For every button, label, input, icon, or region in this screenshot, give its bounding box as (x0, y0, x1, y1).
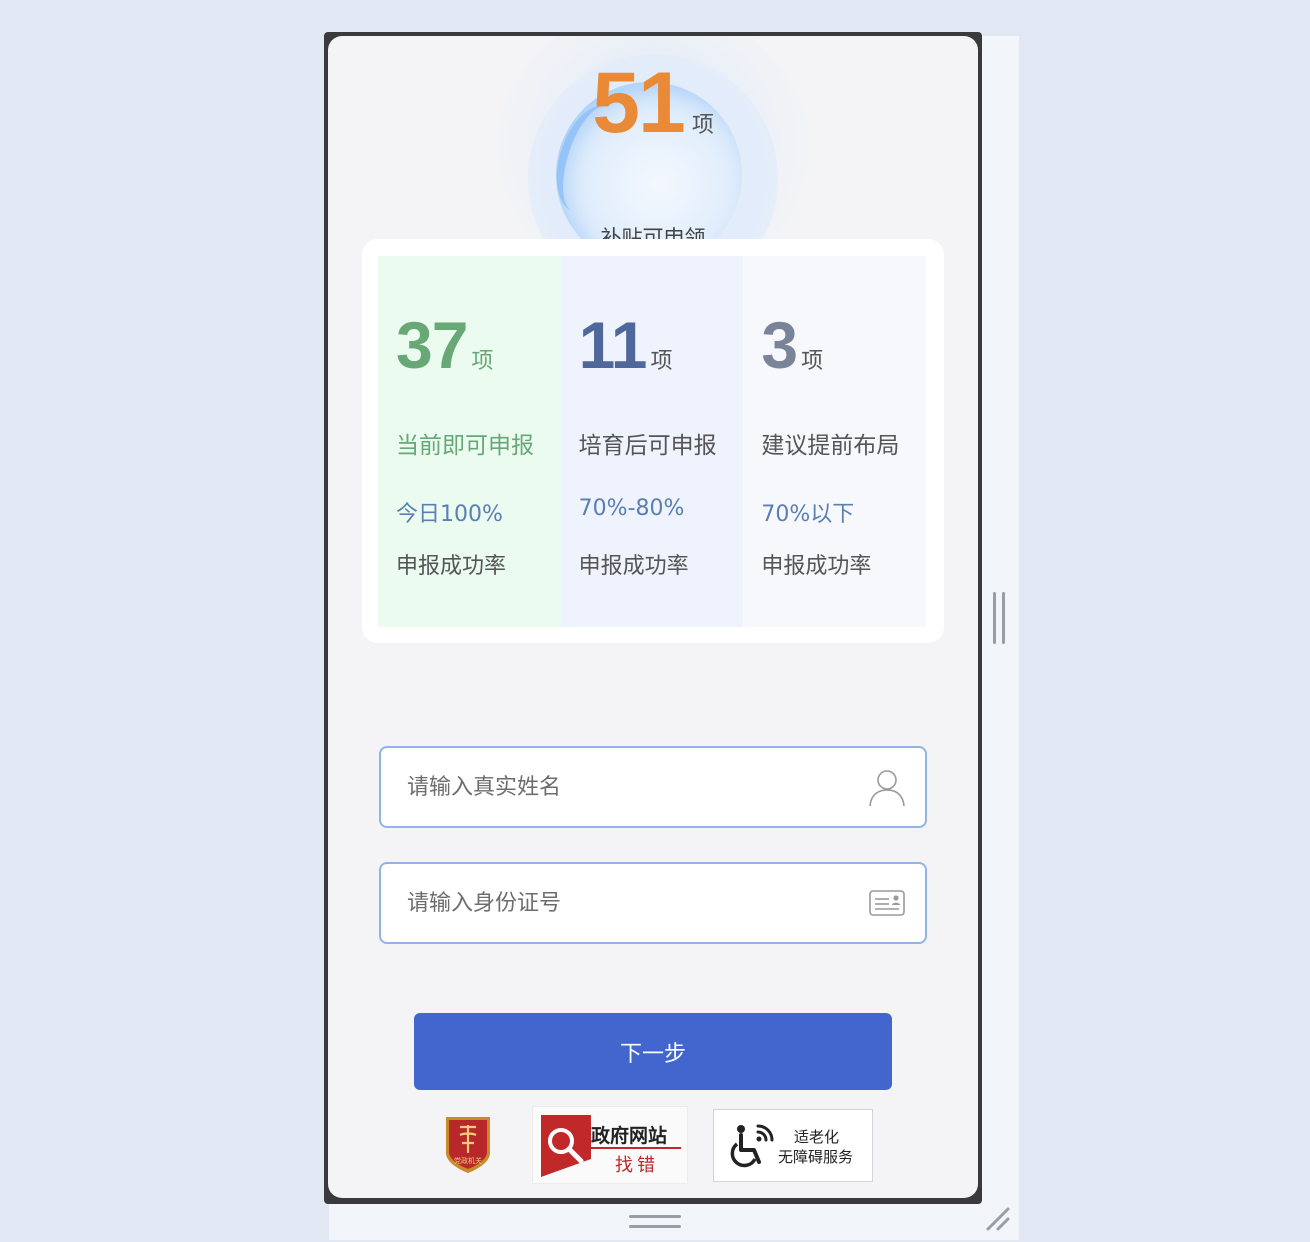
corner-resize-handle[interactable] (984, 1205, 1014, 1235)
accessibility-service-badge[interactable]: 适老化 无障碍服务 (713, 1109, 873, 1182)
stat-rate: 今日100% (396, 502, 503, 527)
stat-unit: 项 (650, 349, 673, 374)
id-card-icon (869, 890, 905, 916)
accessibility-badge-line2: 无障碍服务 (778, 1148, 854, 1166)
stats-card: 37 项 当前即可申报 今日100% 申报成功率 11 项 培育后可申报 70%… (362, 239, 944, 643)
wheelchair-icon (730, 1124, 774, 1168)
name-input[interactable] (407, 748, 847, 826)
stat-unit: 项 (801, 349, 824, 374)
stat-count: 37 (396, 308, 468, 382)
stat-column-plan-ahead: 3 项 建议提前布局 70%以下 申报成功率 (743, 256, 927, 627)
magnifier-flag-icon (541, 1115, 591, 1177)
gov-badge-sub: 找错 (615, 1155, 659, 1176)
hero-count-number: 51 (592, 55, 686, 151)
horizontal-resize-handle[interactable] (629, 1215, 681, 1228)
party-badge-text: 党政机关 (454, 1156, 482, 1165)
accessibility-badge-line1: 适老化 (794, 1128, 840, 1146)
stat-count: 3 (761, 308, 798, 382)
stat-column-after-cultivation: 11 项 培育后可申报 70%-80% 申报成功率 (560, 256, 744, 627)
stat-column-immediate: 37 项 当前即可申报 今日100% 申报成功率 (378, 256, 561, 627)
stat-rate-label: 申报成功率 (578, 554, 689, 579)
name-field[interactable] (379, 746, 927, 828)
next-step-button[interactable]: 下一步 (414, 1013, 892, 1090)
stat-label: 培育后可申报 (578, 433, 717, 459)
party-government-emblem-icon: 党政机关 (446, 1117, 490, 1173)
mobile-screen: 51 项 补贴可申领 37 项 当前即可申报 今日100% 申报成功率 11 项… (328, 36, 978, 1198)
gov-badge-divider (591, 1147, 681, 1149)
gov-badge-title: 政府网站 (591, 1125, 668, 1147)
stat-rate: 70%-80% (578, 496, 685, 521)
user-icon (869, 770, 905, 807)
stat-count: 11 (578, 308, 648, 382)
hero-count-unit: 项 (691, 113, 714, 138)
page: 51 项 补贴可申领 37 项 当前即可申报 今日100% 申报成功率 11 项… (0, 0, 1310, 1242)
vertical-resize-handle[interactable] (993, 592, 1005, 644)
stat-rate-label: 申报成功率 (396, 554, 507, 579)
stat-label: 当前即可申报 (396, 433, 534, 459)
gov-website-error-report-badge[interactable]: 政府网站 找错 (532, 1106, 688, 1184)
id-number-field[interactable] (379, 862, 927, 944)
stat-label: 建议提前布局 (761, 433, 900, 459)
stat-rate-label: 申报成功率 (761, 554, 872, 579)
id-number-input[interactable] (407, 864, 847, 942)
hero-count: 51 项 (328, 60, 978, 146)
stat-unit: 项 (471, 349, 494, 374)
stat-rate: 70%以下 (761, 502, 855, 527)
party-government-badge[interactable]: 党政机关 (442, 1113, 494, 1175)
